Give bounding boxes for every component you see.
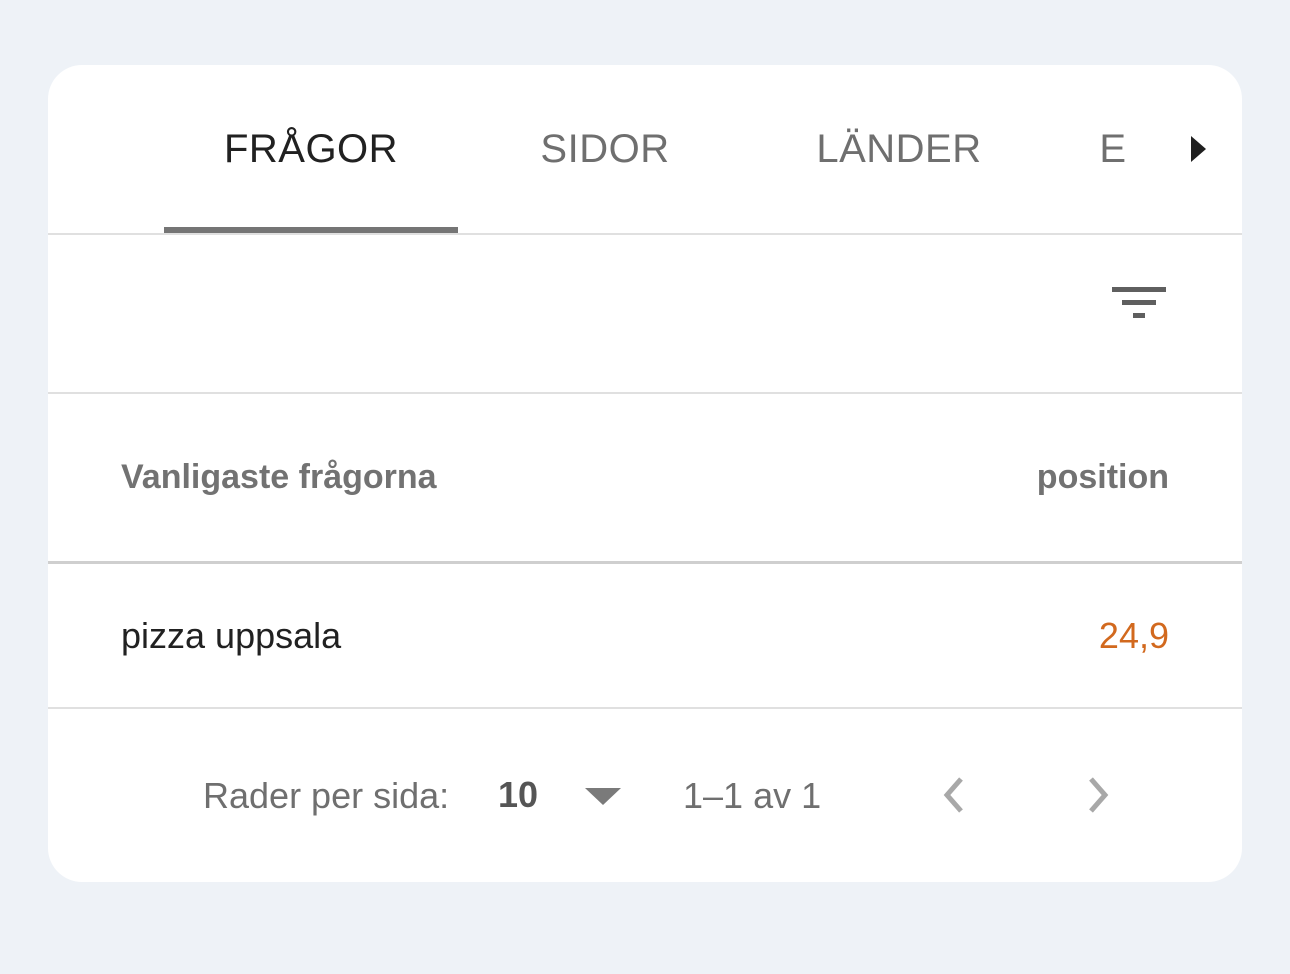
queries-card: FRÅGOR SIDOR LÄNDER E Vanligaste frågorn… [48, 65, 1242, 882]
column-header-queries: Vanligaste frågorna [121, 458, 437, 496]
position-cell: 24,9 [1098, 614, 1169, 656]
tabs-scroll-right-button[interactable] [1178, 129, 1218, 169]
tab-fragor[interactable]: FRÅGOR [164, 65, 458, 233]
filter-button[interactable] [1108, 283, 1172, 327]
next-page-button[interactable] [1070, 767, 1126, 823]
rows-per-page-value: 10 [498, 774, 539, 815]
dropdown-caret-icon [585, 788, 621, 805]
table-header: Vanligaste frågorna position [48, 394, 1242, 564]
chevron-right-icon [1089, 777, 1109, 813]
filter-icon [1112, 287, 1166, 318]
rows-per-page-label: Rader per sida: [203, 775, 450, 816]
chevron-left-icon [943, 777, 963, 813]
page-range: 1–1 av 1 [683, 775, 822, 816]
table-row[interactable]: pizza uppsala 24,9 [48, 564, 1242, 709]
rows-per-page-select[interactable]: 10 [498, 767, 628, 823]
chevron-right-icon [1191, 136, 1206, 162]
tab-bar: FRÅGOR SIDOR LÄNDER E [48, 65, 1242, 235]
previous-page-button[interactable] [926, 767, 982, 823]
query-cell: pizza uppsala [121, 614, 342, 656]
column-header-position[interactable]: position [1037, 458, 1169, 497]
tab-truncated[interactable]: E [1078, 65, 1148, 233]
tab-lander[interactable]: LÄNDER [752, 65, 1046, 233]
pagination: Rader per sida: 10 1–1 av 1 [48, 711, 1242, 882]
tab-sidor[interactable]: SIDOR [458, 65, 752, 233]
active-tab-indicator [164, 227, 458, 233]
filter-bar [48, 235, 1242, 394]
